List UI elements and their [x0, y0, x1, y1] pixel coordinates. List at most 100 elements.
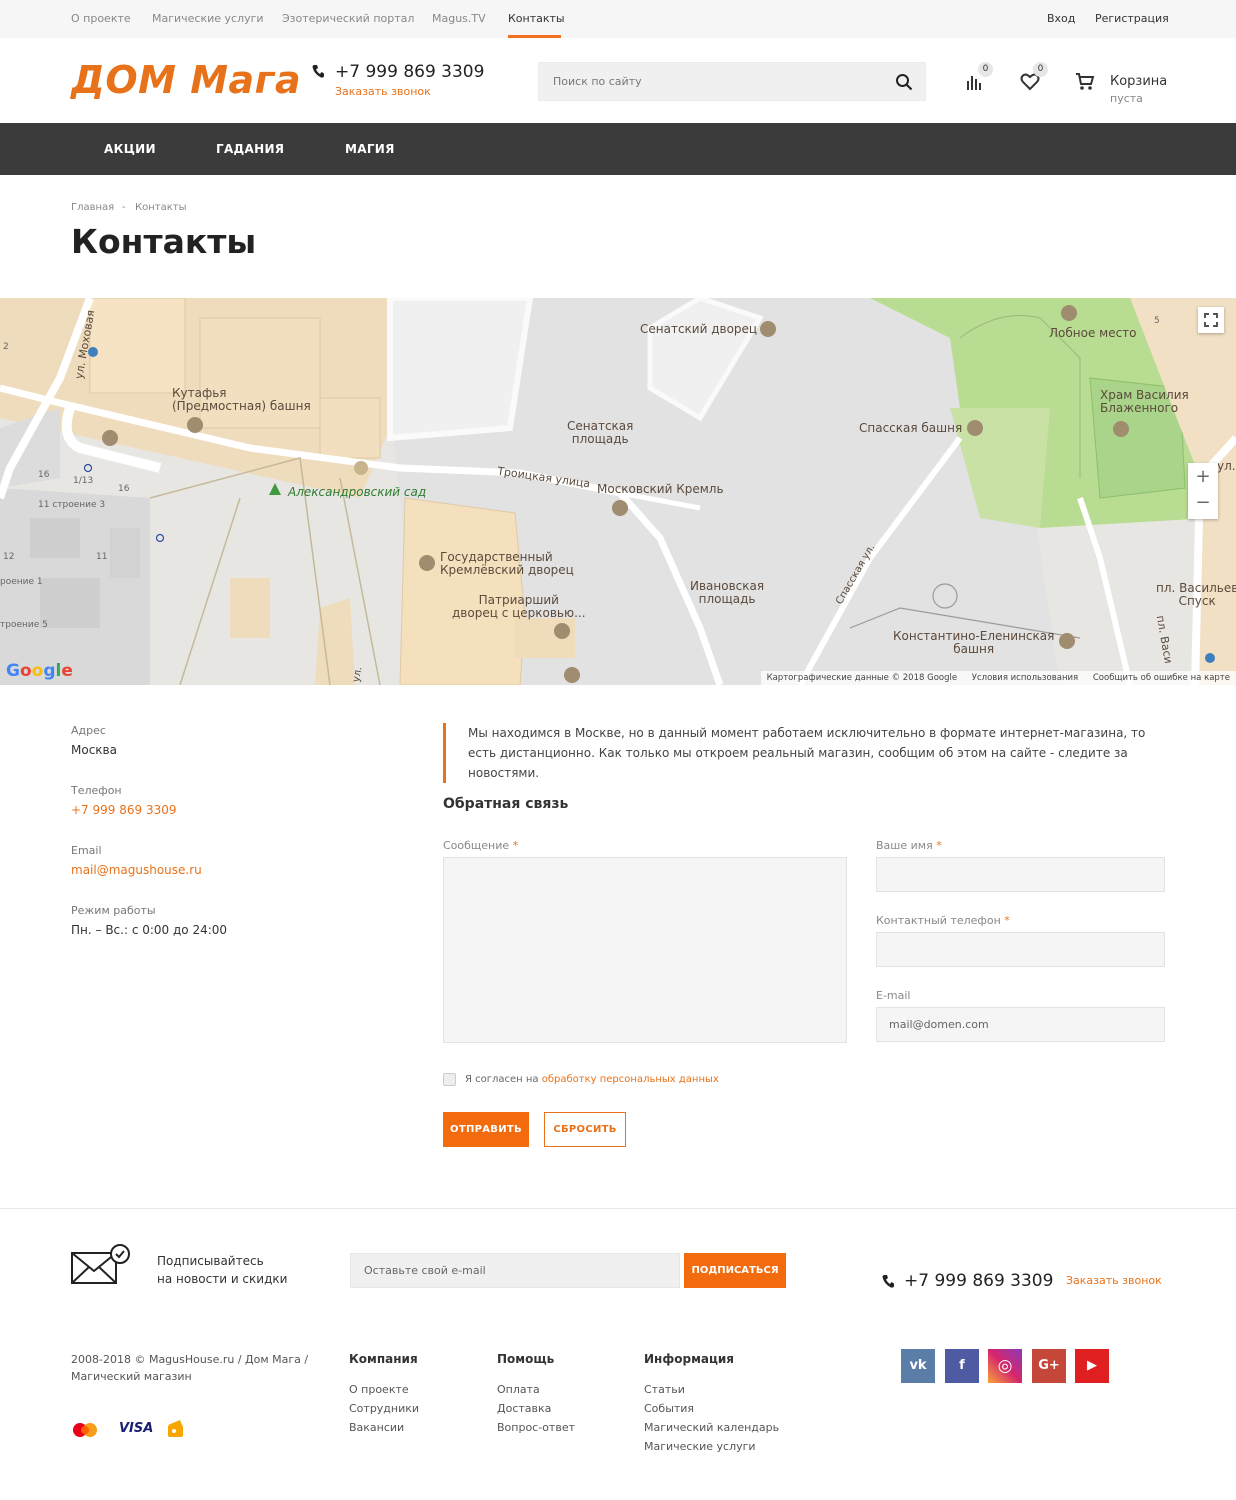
footer-link[interactable]: Оплата [497, 1383, 540, 1396]
footer-link[interactable]: Сотрудники [349, 1402, 419, 1415]
name-label: Ваше имя * [876, 839, 942, 852]
email-form-label: E-mail [876, 989, 911, 1002]
footer-link[interactable]: Вопрос-ответ [497, 1421, 575, 1434]
nav-item-divination[interactable]: ГАДАНИЯ [216, 142, 284, 156]
favorites-count-badge: 0 [1033, 62, 1048, 77]
google-logo: Google [6, 661, 73, 681]
top-bar: О проекте Магические услуги Эзотерически… [0, 0, 1236, 38]
search-input[interactable] [539, 63, 869, 100]
footer-phone[interactable]: +7 999 869 3309 [904, 1271, 1053, 1291]
map-label: Спасская башня [859, 421, 963, 435]
search-bar [538, 62, 926, 101]
fullscreen-icon [1204, 313, 1218, 327]
top-link-contacts[interactable]: Контакты [508, 12, 565, 25]
yandex-money-icon [168, 1420, 183, 1437]
mastercard-icon [73, 1423, 97, 1437]
cart-title[interactable]: Корзина [1110, 74, 1167, 89]
map-label: Константино-Еленинская башня [893, 629, 1055, 656]
google-plus-icon[interactable]: G+ [1032, 1349, 1066, 1383]
phone-label: Телефон [71, 784, 122, 797]
subscribe-email-input[interactable] [350, 1253, 680, 1288]
map-label: 12 [3, 552, 15, 562]
map-label: 11 [96, 552, 108, 562]
map-label: Государственный Кремлёвский дворец [440, 550, 574, 577]
map-label: 11 строение 3 [38, 500, 106, 510]
top-link-tv[interactable]: Magus.TV [432, 12, 486, 25]
footer-link[interactable]: Статьи [644, 1383, 685, 1396]
breadcrumb-current: Контакты [135, 202, 187, 213]
agree-checkbox[interactable] [443, 1073, 456, 1086]
submit-button[interactable]: ОТПРАВИТЬ [443, 1112, 529, 1147]
map-label: ул. [1217, 459, 1236, 473]
visa-icon: VISA [119, 1421, 154, 1436]
email-value[interactable]: mail@magushouse.ru [71, 863, 202, 877]
map-label: 16 [118, 484, 130, 494]
map-terms-link[interactable]: Условия использования [972, 673, 1078, 683]
facebook-icon[interactable]: f [945, 1349, 979, 1383]
map-attribution: Картографические данные © 2018 Google Ус… [760, 671, 1236, 685]
youtube-icon[interactable]: ▶ [1075, 1349, 1109, 1383]
contact-phone-label: Контактный телефон * [876, 914, 1010, 927]
nav-item-promotions[interactable]: АКЦИИ [104, 142, 156, 156]
map-label: троение 5 [0, 620, 48, 630]
message-textarea[interactable] [443, 857, 847, 1043]
map-label: Патриарший дворец с церковью... [452, 593, 586, 620]
cart-icon[interactable] [1075, 72, 1095, 92]
search-icon[interactable] [895, 73, 913, 91]
reset-button[interactable]: СБРОСИТЬ [544, 1112, 626, 1147]
register-link[interactable]: Регистрация [1095, 12, 1169, 25]
footer-link[interactable]: Доставка [497, 1402, 551, 1415]
top-link-services[interactable]: Магические услуги [152, 12, 264, 25]
footer-link[interactable]: Магические услуги [644, 1440, 756, 1453]
phone-value[interactable]: +7 999 869 3309 [71, 803, 176, 817]
map-label: 2 [3, 342, 9, 352]
map-label: роение 1 [0, 577, 43, 587]
main-nav: АКЦИИ ГАДАНИЯ МАГИЯ [0, 123, 1236, 175]
map-label: Сенатский дворец [640, 322, 758, 336]
name-input[interactable] [876, 857, 1165, 892]
compare-count-badge: 0 [978, 62, 993, 77]
phone-icon [882, 1275, 894, 1288]
map-label: 5 [1154, 316, 1160, 326]
footer-callback-link[interactable]: Заказать звонок [1066, 1274, 1162, 1287]
fullscreen-button[interactable] [1198, 307, 1224, 333]
map-label: Сенатская площадь [567, 419, 634, 446]
footer-col-help: Помощь [497, 1352, 555, 1366]
footer-link[interactable]: События [644, 1402, 694, 1415]
map[interactable]: Сенатский дворец Лобное место Кутафья (П… [0, 298, 1236, 685]
zoom-out-button[interactable]: − [1188, 492, 1218, 513]
footer-col-company: Компания [349, 1352, 418, 1366]
copyright: 2008-2018 © MagusHouse.ru / Дом Мага / М… [71, 1353, 309, 1383]
email-input[interactable] [876, 1007, 1165, 1042]
zoom-in-button[interactable]: + [1188, 466, 1218, 487]
subscribe-button[interactable]: ПОДПИСАТЬСЯ [684, 1253, 786, 1288]
map-label: 16 [38, 470, 50, 480]
vk-icon[interactable]: vk [901, 1349, 935, 1383]
footer-link[interactable]: О проекте [349, 1383, 409, 1396]
login-link[interactable]: Вход [1047, 12, 1075, 25]
map-label: Александровский сад [288, 485, 427, 499]
privacy-link[interactable]: обработку персональных данных [542, 1074, 719, 1085]
top-link-about[interactable]: О проекте [71, 12, 131, 25]
message-label: Сообщение * [443, 839, 519, 852]
header-callback-link[interactable]: Заказать звонок [335, 85, 431, 98]
hours-value: Пн. – Вс.: с 0:00 до 24:00 [71, 923, 228, 937]
header-phone[interactable]: +7 999 869 3309 [335, 62, 484, 82]
footer-col-info: Информация [644, 1352, 734, 1366]
site-logo[interactable]: ДОМ Мага [71, 58, 301, 102]
footer-link[interactable]: Вакансии [349, 1421, 404, 1434]
map-label: Храм Василия Блаженного [1100, 388, 1189, 415]
phone-input[interactable] [876, 932, 1165, 967]
footer-link[interactable]: Магический календарь [644, 1421, 779, 1434]
instagram-icon[interactable]: ◎ [988, 1349, 1022, 1383]
map-report-link[interactable]: Сообщить об ошибке на карте [1093, 673, 1230, 683]
breadcrumb-home[interactable]: Главная [71, 202, 114, 213]
top-link-portal[interactable]: Эзотерический портал [282, 12, 414, 25]
map-label: Кутафья (Предмостная) башня [172, 386, 311, 413]
address-label: Адрес [71, 724, 106, 737]
cart-status: пуста [1110, 92, 1143, 105]
map-label: Московский Кремль [597, 482, 724, 496]
address-value: Москва [71, 743, 117, 757]
nav-item-magic[interactable]: МАГИЯ [345, 142, 395, 156]
envelope-check-icon [71, 1244, 130, 1284]
